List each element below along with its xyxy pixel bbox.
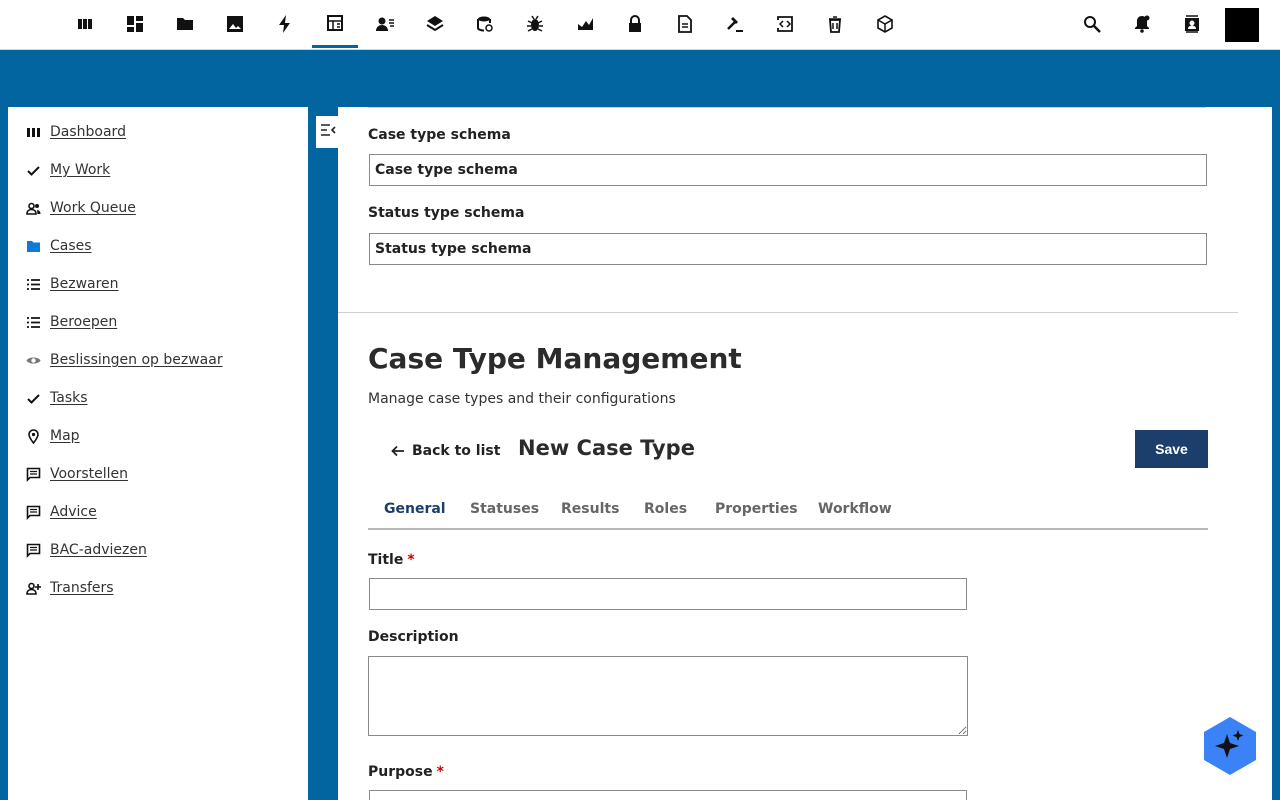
sidebar-item-beroepen[interactable]: Beroepen	[24, 311, 117, 333]
back-to-list-link[interactable]: Back to list	[390, 440, 500, 462]
eye-icon	[24, 351, 42, 369]
sidebar-item-bezwaren[interactable]: Bezwaren	[24, 273, 119, 295]
required-marker: *	[436, 764, 444, 780]
section-divider	[338, 312, 1238, 313]
lock-icon[interactable]	[612, 0, 658, 48]
form-title: New Case Type	[518, 436, 695, 460]
cube-icon[interactable]	[862, 0, 908, 48]
person-add-icon	[24, 579, 42, 597]
sidebar-item-label: Beroepen	[50, 314, 118, 330]
purpose-label: Purpose *	[368, 764, 444, 780]
sidebar-item-tasks[interactable]: Tasks	[24, 387, 88, 409]
title-label: Title *	[368, 552, 415, 568]
bolt-icon[interactable]	[262, 0, 308, 48]
sidebar-item-label: Map	[50, 428, 80, 444]
sidebar-item-label: Beslissingen op bezwaar	[50, 352, 223, 368]
gavel-icon[interactable]	[712, 0, 758, 48]
top-navigation-bar	[0, 0, 1280, 50]
avatar[interactable]	[1225, 8, 1259, 42]
chart-icon[interactable]	[562, 0, 608, 48]
sidebar-item-label: Dashboard	[50, 124, 126, 140]
dashboard-icon	[24, 123, 42, 141]
sidebar-item-voorstellen[interactable]: Voorstellen	[24, 463, 128, 485]
main-content: Case type schema Case type schema Status…	[338, 107, 1272, 800]
bug-icon[interactable]	[512, 0, 558, 48]
page-title: Case Type Management	[368, 342, 742, 375]
sidebar-item-bac-adviezen[interactable]: BAC-adviezen	[24, 539, 147, 561]
sidebar-item-label: BAC-adviezen	[50, 542, 147, 558]
list-icon	[24, 275, 42, 293]
page-subtitle: Manage case types and their configuratio…	[368, 391, 676, 407]
purpose-label-text: Purpose	[368, 764, 433, 780]
tab-properties[interactable]: Properties	[715, 495, 798, 530]
ai-assistant-button[interactable]	[1203, 716, 1257, 776]
sidebar-item-label: Bezwaren	[50, 276, 119, 292]
list-icon	[24, 313, 42, 331]
tab-workflow[interactable]: Workflow	[818, 495, 892, 530]
back-to-list-label: Back to list	[412, 443, 501, 459]
sidebar-item-label: Work Queue	[50, 200, 136, 216]
folder-icon	[24, 237, 42, 255]
sidebar-item-my-work[interactable]: My Work	[24, 159, 110, 181]
tab-results[interactable]: Results	[561, 495, 619, 530]
sidebar-item-label: Advice	[50, 504, 97, 520]
comment-icon	[24, 541, 42, 559]
top-field-border	[368, 107, 1206, 108]
save-button[interactable]: Save	[1135, 430, 1208, 468]
database-icon[interactable]	[462, 0, 508, 48]
comment-icon	[24, 465, 42, 483]
sidebar-item-label: Transfers	[50, 580, 114, 596]
sidebar-item-label: Voorstellen	[50, 466, 129, 482]
contacts-icon[interactable]	[1169, 0, 1215, 48]
check-icon	[24, 389, 42, 407]
sidebar-item-transfers[interactable]: Transfers	[24, 577, 114, 599]
sidebar-item-beslissingen[interactable]: Beslissingen op bezwaar	[24, 349, 223, 371]
case-type-schema-label: Case type schema	[368, 127, 511, 143]
sidebar-item-map[interactable]: Map	[24, 425, 80, 447]
description-textarea[interactable]	[368, 656, 968, 736]
title-label-text: Title	[368, 552, 404, 568]
sidebar-item-label: My Work	[50, 162, 111, 178]
people-icon	[24, 199, 42, 217]
trash-icon[interactable]	[812, 0, 858, 48]
users-list-icon[interactable]	[362, 0, 408, 48]
tab-general[interactable]: General	[384, 495, 446, 530]
case-type-schema-field[interactable]: Case type schema	[369, 154, 1207, 186]
tab-statuses[interactable]: Statuses	[470, 495, 539, 530]
sidebar-item-dashboard[interactable]: Dashboard	[24, 121, 126, 143]
location-pin-icon	[24, 427, 42, 445]
collapse-sidebar-button[interactable]	[316, 116, 340, 148]
check-icon	[24, 161, 42, 179]
required-marker: *	[407, 552, 415, 568]
sparkle-icon	[1204, 717, 1256, 775]
title-input[interactable]	[369, 578, 967, 610]
status-type-schema-field[interactable]: Status type schema	[369, 233, 1207, 265]
search-icon[interactable]	[1069, 0, 1115, 48]
description-label: Description	[368, 629, 459, 645]
sidebar-item-cases[interactable]: Cases	[24, 235, 92, 257]
purpose-input[interactable]	[369, 790, 967, 800]
apps-icon[interactable]	[62, 0, 108, 48]
sidebar-item-advice[interactable]: Advice	[24, 501, 97, 523]
collapse-menu-icon	[320, 122, 336, 142]
dashboard-icon[interactable]	[112, 0, 158, 48]
layers-icon[interactable]	[412, 0, 458, 48]
document-icon[interactable]	[662, 0, 708, 48]
image-icon[interactable]	[212, 0, 258, 48]
tab-bar: General Statuses Results Roles Propertie…	[368, 495, 1208, 530]
folder-icon[interactable]	[162, 0, 208, 48]
bell-icon[interactable]	[1119, 0, 1165, 48]
comment-icon	[24, 503, 42, 521]
table-icon[interactable]	[312, 0, 358, 48]
tab-roles[interactable]: Roles	[644, 495, 687, 530]
sidebar-item-label: Tasks	[50, 390, 88, 406]
status-type-schema-label: Status type schema	[368, 205, 525, 221]
sidebar-item-work-queue[interactable]: Work Queue	[24, 197, 136, 219]
arrow-left-icon	[391, 445, 404, 457]
sidebar-item-label: Cases	[50, 238, 92, 254]
code-icon[interactable]	[762, 0, 808, 48]
sidebar: Dashboard My Work Work Queue Cases Bezwa…	[8, 107, 308, 800]
